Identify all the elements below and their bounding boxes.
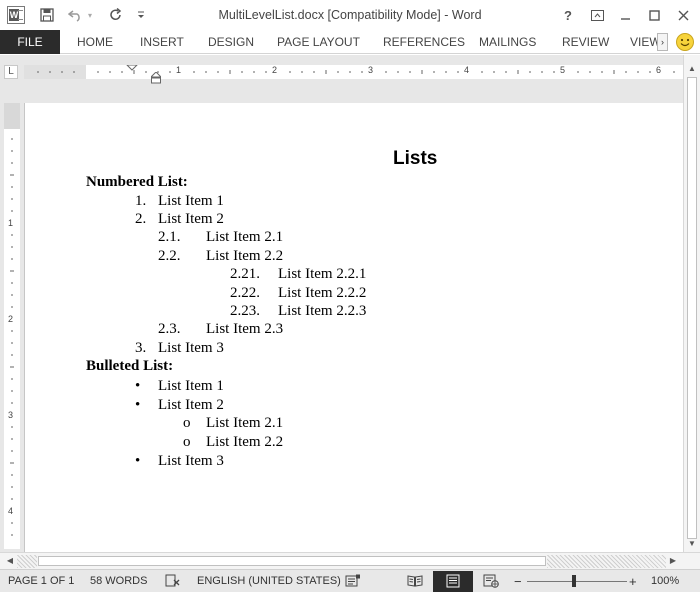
list-item: List Item 2.2.3 (278, 303, 367, 319)
zoom-out-button[interactable]: − (514, 570, 522, 592)
list-marker: 2.3. (158, 321, 181, 337)
tab-home[interactable]: HOME (77, 30, 113, 54)
scroll-track-left (17, 555, 37, 568)
scroll-down-icon[interactable]: ▼ (687, 539, 697, 549)
ruler-number: 4 (464, 65, 470, 75)
help-button[interactable]: ? (556, 4, 580, 26)
language-indicator[interactable]: ENGLISH (UNITED STATES) (197, 570, 341, 592)
tab-references[interactable]: REFERENCES (383, 30, 465, 54)
list-item: List Item 2.3 (206, 321, 284, 337)
word-app-icon[interactable]: W (7, 6, 25, 24)
vertical-scrollbar[interactable]: ▲ ▼ (683, 55, 700, 552)
hanging-indent-marker[interactable] (149, 71, 163, 87)
list-marker: 3. (135, 340, 147, 356)
document-title: Lists (393, 148, 438, 169)
ribbon-display-options-icon[interactable] (585, 4, 609, 26)
list-item: List Item 1 (158, 193, 224, 209)
vertical-ruler-number: 1 (8, 218, 14, 228)
list-marker: 2. (135, 211, 147, 227)
list-item: List Item 2.2 (206, 248, 284, 264)
list-marker: 2.1. (158, 229, 181, 245)
proofing-icon[interactable] (165, 574, 181, 588)
word-count[interactable]: 58 WORDS (90, 570, 147, 592)
zoom-level[interactable]: 100% (651, 570, 679, 592)
web-layout-icon[interactable] (483, 574, 499, 588)
vertical-ruler-ticks (10, 138, 14, 536)
vertical-ruler-number: 4 (8, 506, 14, 516)
zoom-slider-track[interactable] (527, 581, 627, 582)
save-icon[interactable] (37, 5, 57, 25)
ruler-number: 5 (560, 65, 566, 75)
list-marker: 2.22. (230, 285, 260, 301)
bullet-marker: • (135, 453, 141, 469)
scroll-left-icon[interactable]: ◀ (5, 556, 15, 566)
list-item: List Item 2 (158, 397, 224, 413)
ruler-number: 2 (272, 65, 278, 75)
tab-selector-button[interactable]: L (4, 65, 18, 79)
list-item: List Item 1 (158, 378, 224, 394)
list-item: List Item 2.2 (206, 434, 284, 450)
bullet-marker: • (135, 378, 141, 394)
smiley-feedback-icon[interactable] (675, 32, 695, 52)
ruler-area: L 1 2 3 4 5 6 (0, 55, 700, 103)
list-marker: 2.21. (230, 266, 260, 282)
horizontal-scroll-thumb[interactable] (38, 556, 546, 566)
bullet-marker: o (183, 415, 191, 431)
macro-recording-icon[interactable] (345, 574, 361, 588)
scroll-up-icon[interactable]: ▲ (687, 64, 697, 74)
customize-icon[interactable] (131, 5, 151, 25)
numbered-list-heading: Numbered List: (86, 174, 188, 190)
ruler-number: 6 (656, 65, 662, 75)
list-item: List Item 2.1 (206, 415, 284, 431)
list-marker: 1. (135, 193, 147, 209)
tab-view[interactable]: VIEW (630, 30, 657, 54)
tab-review[interactable]: REVIEW (562, 30, 609, 54)
status-bar: PAGE 1 OF 1 58 WORDS ENGLISH (UNITED STA… (0, 569, 700, 592)
list-item: List Item 2 (158, 211, 224, 227)
document-page[interactable]: Lists Numbered List: 1. List Item 1 2. L… (24, 103, 683, 552)
tab-file[interactable]: FILE (0, 30, 60, 54)
horizontal-scrollbar[interactable]: ◀ ▶ (0, 552, 700, 569)
undo-icon[interactable] (66, 5, 86, 25)
scroll-track-right (547, 555, 666, 568)
zoom-slider-thumb[interactable] (572, 575, 576, 587)
bulleted-list-heading: Bulleted List: (86, 358, 174, 374)
maximize-button[interactable] (642, 4, 666, 26)
list-item: List Item 2.2.1 (278, 266, 367, 282)
vertical-ruler-number: 3 (8, 410, 14, 420)
bullet-marker: • (135, 397, 141, 413)
tab-mailings[interactable]: MAILINGS (479, 30, 536, 54)
tab-design[interactable]: DESIGN (208, 30, 254, 54)
horizontal-ruler[interactable]: 1 2 3 4 5 6 (24, 65, 684, 79)
list-item: List Item 3 (158, 453, 224, 469)
list-marker: 2.23. (230, 303, 260, 319)
minimize-button[interactable] (613, 4, 637, 26)
list-item: List Item 2.1 (206, 229, 284, 245)
ribbon-scroll-right-button[interactable]: › (657, 33, 668, 51)
ruler-ticks (37, 65, 675, 74)
close-button[interactable] (671, 4, 695, 26)
vertical-ruler-number: 2 (8, 314, 14, 324)
read-mode-icon[interactable] (407, 574, 423, 588)
ruler-number: 1 (176, 65, 182, 75)
vertical-ruler[interactable]: 1 2 3 4 (4, 103, 20, 549)
page-count[interactable]: PAGE 1 OF 1 (8, 570, 74, 592)
list-item: List Item 2.2.2 (278, 285, 367, 301)
print-layout-icon[interactable] (445, 574, 461, 588)
ruler-number: 3 (368, 65, 374, 75)
vertical-scroll-thumb[interactable] (687, 77, 697, 539)
bullet-marker: o (183, 434, 191, 450)
list-item: List Item 3 (158, 340, 224, 356)
list-marker: 2.2. (158, 248, 181, 264)
zoom-in-button[interactable]: + (629, 570, 637, 592)
title-bar: W ▾ MultiLevelList.docx [Compatibility M… (0, 0, 700, 30)
tab-insert[interactable]: INSERT (140, 30, 184, 54)
scroll-right-icon[interactable]: ▶ (668, 556, 678, 566)
redo-icon[interactable] (106, 5, 126, 25)
ribbon-tabs: FILE HOME INSERT DESIGN PAGE LAYOUT REFE… (0, 30, 700, 54)
undo-dropdown-icon[interactable]: ▾ (85, 5, 95, 25)
tab-page-layout[interactable]: PAGE LAYOUT (277, 30, 360, 54)
